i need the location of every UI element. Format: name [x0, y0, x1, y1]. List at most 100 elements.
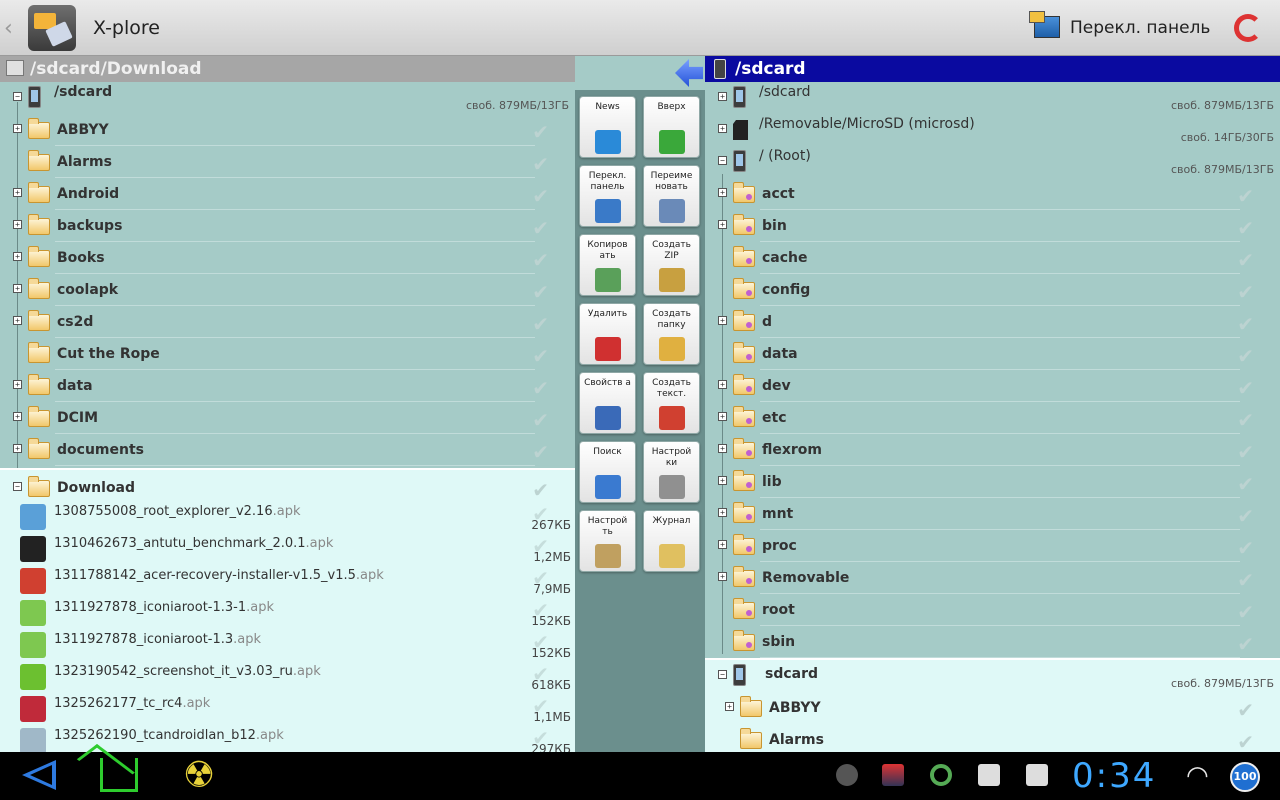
folder-row[interactable]: Cut the Rope ✔: [0, 338, 575, 370]
folder-row[interactable]: cache ✔: [705, 242, 1280, 274]
sync-icon[interactable]: [930, 764, 952, 786]
root-row[interactable]: − /sdcard своб. 879МБ/13ГБ: [0, 82, 575, 114]
info-button[interactable]: News: [579, 96, 636, 158]
folder-row[interactable]: + etc ✔: [705, 402, 1280, 434]
checkmark-icon[interactable]: ✔: [532, 280, 549, 304]
home-icon[interactable]: [100, 758, 138, 792]
notification-app-icon[interactable]: [882, 764, 904, 786]
folder-row[interactable]: Alarms ✔: [0, 146, 575, 178]
expand-icon[interactable]: +: [718, 540, 727, 549]
lower-root-row[interactable]: − sdcard своб. 879МБ/13ГБ: [705, 660, 1280, 692]
lower-folder-row[interactable]: Alarms ✔: [705, 724, 1280, 752]
expand-icon[interactable]: +: [13, 412, 22, 421]
folder-row[interactable]: + dev ✔: [705, 370, 1280, 402]
expand-icon[interactable]: +: [718, 412, 727, 421]
collapse-icon[interactable]: −: [718, 670, 727, 679]
checkmark-icon[interactable]: ✔: [1237, 504, 1254, 528]
clock[interactable]: 0:34: [1072, 756, 1156, 796]
expand-icon[interactable]: +: [718, 188, 727, 197]
checkmark-icon[interactable]: ✔: [532, 478, 549, 502]
collapse-icon[interactable]: −: [13, 482, 22, 491]
collapse-icon[interactable]: −: [718, 156, 727, 165]
switch-panel-button[interactable]: Перекл. панель: [579, 165, 636, 227]
recent-apps-icon[interactable]: ☢: [178, 756, 220, 796]
left-path-bar[interactable]: /sdcard/Download: [0, 56, 575, 82]
checkmark-icon[interactable]: ✔: [1237, 376, 1254, 400]
right-path-bar[interactable]: /sdcard: [705, 56, 1280, 82]
checkmark-icon[interactable]: ✔: [1237, 536, 1254, 560]
checkmark-icon[interactable]: ✔: [1237, 216, 1254, 240]
storage-root-row[interactable]: + /Removable/MicroSD (microsd) своб. 14ГБ/…: [705, 114, 1280, 146]
settings-button[interactable]: Настрой ки: [643, 441, 700, 503]
checkmark-icon[interactable]: ✔: [532, 408, 549, 432]
file-row[interactable]: 1325262177_tc_rc4.apk ✔ 1,1МБ: [0, 692, 575, 724]
checkmark-icon[interactable]: ✔: [532, 184, 549, 208]
storage-root-row[interactable]: + /sdcard своб. 879МБ/13ГБ: [705, 82, 1280, 114]
expand-icon[interactable]: +: [725, 702, 734, 711]
notification-dot-icon[interactable]: [836, 764, 858, 786]
folder-row[interactable]: + ABBYY ✔: [0, 114, 575, 146]
switch-panel-button[interactable]: Перекл. панель: [1070, 18, 1210, 38]
checkmark-icon[interactable]: ✔: [532, 152, 549, 176]
folder-row[interactable]: + mnt ✔: [705, 498, 1280, 530]
direction-arrow-icon[interactable]: [675, 59, 703, 87]
battery-icon[interactable]: 100: [1230, 762, 1260, 792]
copy-button[interactable]: Копиров ать: [579, 234, 636, 296]
expand-icon[interactable]: +: [718, 124, 727, 133]
expand-icon[interactable]: +: [13, 220, 22, 229]
app-logo-icon[interactable]: [28, 5, 76, 51]
folder-row[interactable]: + documents ✔: [0, 434, 575, 466]
search-button[interactable]: Поиск: [579, 441, 636, 503]
expand-icon[interactable]: +: [718, 316, 727, 325]
file-row[interactable]: 1308755008_root_explorer_v2.16.apk ✔ 267КБ: [0, 500, 575, 532]
expand-icon[interactable]: +: [718, 380, 727, 389]
trash-button[interactable]: Удалить: [579, 303, 636, 365]
folder-row[interactable]: + d ✔: [705, 306, 1280, 338]
checkmark-icon[interactable]: ✔: [532, 248, 549, 272]
file-row[interactable]: 1325262190_tcandroidlan_b12.apk ✔ 297КБ: [0, 724, 575, 752]
download-icon[interactable]: [1026, 764, 1048, 786]
checkmark-icon[interactable]: ✔: [1237, 184, 1254, 208]
wifi-icon[interactable]: ◠: [1186, 760, 1218, 792]
folder-row[interactable]: data ✔: [705, 338, 1280, 370]
checkmark-icon[interactable]: ✔: [1237, 698, 1254, 722]
folder-row[interactable]: + DCIM ✔: [0, 402, 575, 434]
configure-button[interactable]: Настрой ть: [579, 510, 636, 572]
expand-icon[interactable]: +: [718, 508, 727, 517]
folder-row[interactable]: + flexrom ✔: [705, 434, 1280, 466]
expand-icon[interactable]: +: [13, 380, 22, 389]
collapse-icon[interactable]: −: [13, 92, 22, 101]
properties-button[interactable]: Свойств а: [579, 372, 636, 434]
expand-icon[interactable]: +: [13, 444, 22, 453]
file-row[interactable]: 1323190542_screenshot_it_v3.03_ru.apk ✔ 61…: [0, 660, 575, 692]
expand-icon[interactable]: +: [718, 444, 727, 453]
checkmark-icon[interactable]: ✔: [532, 216, 549, 240]
checkmark-icon[interactable]: ✔: [1237, 568, 1254, 592]
folder-row[interactable]: + lib ✔: [705, 466, 1280, 498]
arrow-up-button[interactable]: Вверх: [643, 96, 700, 158]
checkmark-icon[interactable]: ✔: [532, 344, 549, 368]
folder-row[interactable]: + backups ✔: [0, 210, 575, 242]
checkmark-icon[interactable]: ✔: [1237, 440, 1254, 464]
file-row[interactable]: 1311927878_iconiaroot-1.3.apk ✔ 152КБ: [0, 628, 575, 660]
new-text-button[interactable]: Создать текст.: [643, 372, 700, 434]
switch-panel-icon[interactable]: [1029, 11, 1060, 38]
storage-root-row[interactable]: − / (Root) своб. 879МБ/13ГБ: [705, 146, 1280, 178]
file-row[interactable]: 1311927878_iconiaroot-1.3-1.apk ✔ 152КБ: [0, 596, 575, 628]
file-row[interactable]: 1310462673_antutu_benchmark_2.0.1.apk ✔ 1,…: [0, 532, 575, 564]
folder-row[interactable]: + proc ✔: [705, 530, 1280, 562]
expand-icon[interactable]: +: [718, 220, 727, 229]
expand-icon[interactable]: +: [13, 252, 22, 261]
checkmark-icon[interactable]: ✔: [532, 440, 549, 464]
checkmark-icon[interactable]: ✔: [1237, 344, 1254, 368]
expand-icon[interactable]: +: [13, 124, 22, 133]
folder-row[interactable]: + Removable ✔: [705, 562, 1280, 594]
checkmark-icon[interactable]: ✔: [1237, 280, 1254, 304]
folder-row[interactable]: sbin ✔: [705, 626, 1280, 658]
checkmark-icon[interactable]: ✔: [1237, 312, 1254, 336]
rename-button[interactable]: Переиме новать: [643, 165, 700, 227]
checkmark-icon[interactable]: ✔: [1237, 408, 1254, 432]
folder-row[interactable]: + coolapk ✔: [0, 274, 575, 306]
expand-icon[interactable]: +: [13, 284, 22, 293]
new-folder-button[interactable]: Создать папку: [643, 303, 700, 365]
